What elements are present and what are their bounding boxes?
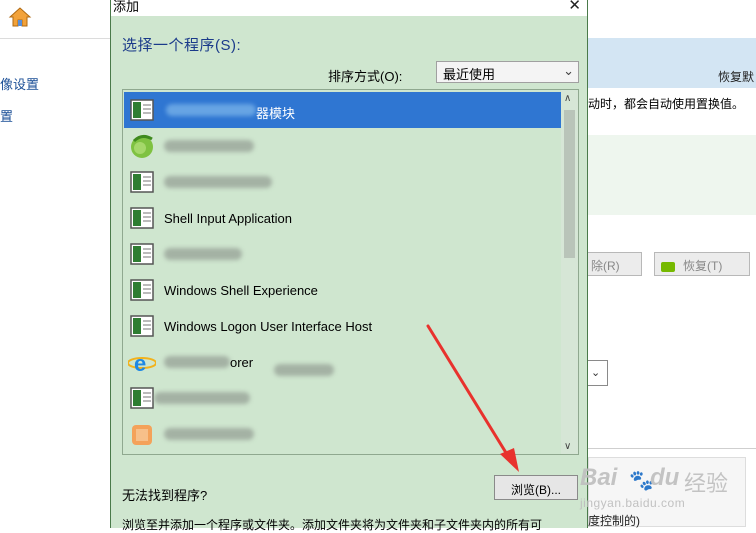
background-window-right: 恢复默 动时，都会自动使用置换值。 除(R) 恢复(T) ⌄ 度控制的) (584, 0, 756, 528)
chevron-down-icon: ⌄ (591, 367, 601, 379)
help-text: 浏览至并添加一个程序或文件夹。添加文件夹将为文件夹和子文件夹内的所有可 (122, 518, 543, 532)
redacted-text (164, 248, 242, 260)
program-list-item[interactable]: Shell Input Application (124, 200, 561, 236)
home-icon[interactable] (8, 6, 32, 28)
redacted-text (164, 176, 272, 188)
internet-explorer-icon: e (128, 351, 156, 376)
restore-button-label: 恢复(T) (683, 259, 723, 273)
app-window-icon (130, 315, 154, 337)
program-list-item[interactable]: Windows Logon User Interface Host (124, 308, 561, 344)
app-window-icon (130, 171, 154, 193)
program-list-item[interactable] (124, 164, 561, 200)
green-globe-icon (131, 134, 153, 158)
scrollbar-thumb[interactable] (564, 110, 575, 258)
list-scrollbar[interactable]: ∧ ∨ (561, 90, 578, 454)
nav-item-settings[interactable]: 置 (0, 106, 13, 125)
app-window-icon (130, 243, 154, 265)
svg-text:e: e (134, 351, 146, 376)
redacted-text (154, 392, 250, 404)
program-name: Shell Input Application (164, 211, 292, 226)
dialog-heading: 选择一个程序(S): (122, 37, 242, 54)
top-area (588, 0, 756, 38)
app-window-icon (130, 387, 154, 409)
dialog-titlebar: 添加 ✕ (111, 0, 587, 16)
app-window-icon (130, 99, 154, 121)
app-window-icon (130, 207, 154, 229)
dialog-title: 添加 (113, 0, 140, 14)
footer-fragment: 度控制的) (588, 514, 640, 528)
delete-button[interactable]: 除(R) (584, 252, 642, 276)
divider (0, 38, 110, 39)
redacted-text (166, 104, 256, 116)
chevron-down-icon: ⌄ (563, 63, 574, 78)
program-name: orer (230, 355, 254, 370)
sort-label: 排序方式(O): (328, 69, 403, 84)
settings-panel (588, 135, 756, 215)
program-list[interactable]: 器模块 Shell Input Application Windows Shel… (122, 89, 579, 455)
program-list-item[interactable] (124, 416, 561, 452)
program-list-item[interactable] (124, 380, 561, 416)
orange-app-icon (132, 425, 152, 445)
redacted-text (164, 428, 254, 440)
program-list-item[interactable]: 器模块 (124, 92, 561, 128)
program-list-item[interactable] (124, 128, 561, 164)
program-name: 器模块 (256, 106, 296, 121)
program-name: Windows Shell Experience (164, 283, 318, 298)
app-window-icon (130, 279, 154, 301)
restore-default-link[interactable]: 恢复默 (718, 68, 754, 85)
program-list-item[interactable]: Windows Shell Experience (124, 272, 561, 308)
redacted-text (164, 356, 230, 368)
not-found-label: 无法找到程序? (122, 488, 208, 503)
redacted-text (164, 140, 254, 152)
program-list-item[interactable]: e orer (124, 344, 561, 380)
redacted-text (274, 364, 334, 376)
description-text: 动时，都会自动使用置换值。 (588, 97, 745, 111)
program-name: Windows Logon User Interface Host (164, 319, 373, 334)
restore-button[interactable]: 恢复(T) (654, 252, 750, 276)
add-program-dialog: 添加 ✕ 选择一个程序(S): 排序方式(O): 最近使用 ⌄ 器模块 Shel… (110, 0, 588, 532)
program-list-item[interactable] (124, 236, 561, 272)
browse-button[interactable]: 浏览(B)... (494, 475, 578, 500)
close-icon[interactable]: ✕ (568, 0, 581, 14)
nav-item-image-settings[interactable]: 像设置 (0, 74, 39, 93)
chevron-down-icon[interactable]: ∨ (564, 441, 571, 452)
nvidia-icon (661, 261, 675, 272)
background-window-left: 像设置 置 (0, 0, 110, 528)
sort-select[interactable]: 最近使用 ⌄ (436, 61, 579, 83)
chevron-up-icon[interactable]: ∧ (564, 93, 571, 104)
sort-select-value: 最近使用 (443, 67, 496, 82)
